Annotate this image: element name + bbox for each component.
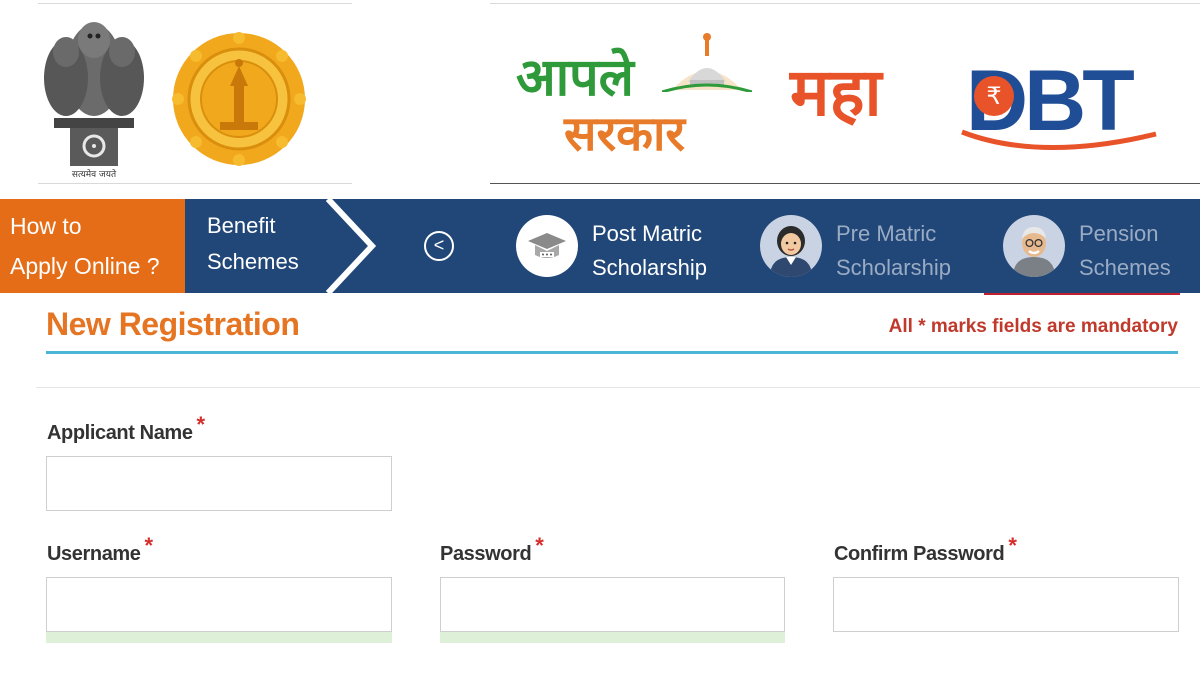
- pre-matric-line1: Pre Matric: [836, 221, 937, 246]
- how-to-apply-button[interactable]: How to Apply Online ?: [0, 199, 185, 293]
- applicant-name-label: Applicant Name *: [47, 412, 205, 445]
- post-matric-line2: Scholarship: [592, 255, 707, 280]
- swoosh-icon: [961, 129, 1157, 151]
- carousel-prev-button[interactable]: <: [424, 231, 454, 261]
- pension-line2: Schemes: [1079, 255, 1171, 280]
- student-girl-icon: [760, 215, 822, 277]
- required-marker: *: [1008, 533, 1017, 558]
- applicant-name-label-text: Applicant Name: [47, 422, 193, 444]
- elderly-man-icon: [1003, 215, 1065, 277]
- username-input[interactable]: [46, 577, 392, 632]
- confirm-password-label: Confirm Password *: [834, 533, 1017, 566]
- rupee-icon: ₹: [974, 76, 1014, 116]
- password-label-text: Password: [440, 543, 532, 565]
- aaple-text: आपले: [516, 48, 634, 108]
- how-to-line1: How to: [10, 213, 82, 239]
- page-title: New Registration: [46, 306, 300, 342]
- divider: [38, 183, 352, 184]
- pension-line1: Pension: [1079, 221, 1159, 246]
- required-marker: *: [196, 412, 206, 437]
- pre-matric-scholarship-link[interactable]: Pre Matric Scholarship: [760, 215, 970, 280]
- maharashtra-seal-logo: [172, 32, 306, 166]
- active-underline: [984, 293, 1180, 295]
- chevron-right-icon: [325, 199, 377, 293]
- pre-matric-label: Pre Matric Scholarship: [836, 217, 951, 285]
- post-matric-line1: Post Matric: [592, 221, 703, 246]
- pension-label: Pension Schemes: [1079, 217, 1171, 285]
- national-emblem-logo: [44, 22, 144, 166]
- username-label: Username *: [47, 533, 153, 566]
- divider: [490, 3, 1200, 4]
- post-matric-scholarship-link[interactable]: Post Matric Scholarship: [516, 215, 736, 280]
- aaple-sarkar-logo: आपले सरकार: [512, 32, 752, 162]
- maha-text: महा: [790, 54, 882, 131]
- logo-header: सत्यमेव जयते आपले सरकार महा DBT ₹: [0, 0, 1200, 192]
- title-underline: [46, 351, 1178, 354]
- pension-schemes-link[interactable]: Pension Schemes: [1003, 215, 1193, 280]
- username-label-text: Username: [47, 543, 141, 565]
- mandatory-note: All * marks fields are mandatory: [888, 316, 1178, 337]
- divider: [36, 387, 1200, 388]
- sarkar-text: सरकार: [564, 106, 686, 162]
- divider: [490, 183, 1200, 184]
- mahadbt-logo: महा DBT ₹: [790, 58, 1180, 158]
- required-marker: *: [535, 533, 544, 558]
- pre-matric-line2: Scholarship: [836, 255, 951, 280]
- emblem-motto: सत्यमेव जयते: [71, 170, 117, 180]
- dome-icon: [662, 33, 752, 92]
- divider: [38, 3, 352, 4]
- required-marker: *: [144, 533, 154, 558]
- graduation-cap-icon: [516, 215, 578, 277]
- confirm-password-label-text: Confirm Password: [834, 543, 1005, 565]
- how-to-line2: Apply Online ?: [10, 253, 160, 279]
- password-input[interactable]: [440, 577, 785, 632]
- password-validation-bar: [440, 632, 785, 643]
- post-matric-label: Post Matric Scholarship: [592, 217, 707, 285]
- applicant-name-input[interactable]: [46, 456, 392, 511]
- password-label: Password *: [440, 533, 544, 566]
- username-validation-bar: [46, 632, 392, 643]
- confirm-password-input[interactable]: [833, 577, 1179, 632]
